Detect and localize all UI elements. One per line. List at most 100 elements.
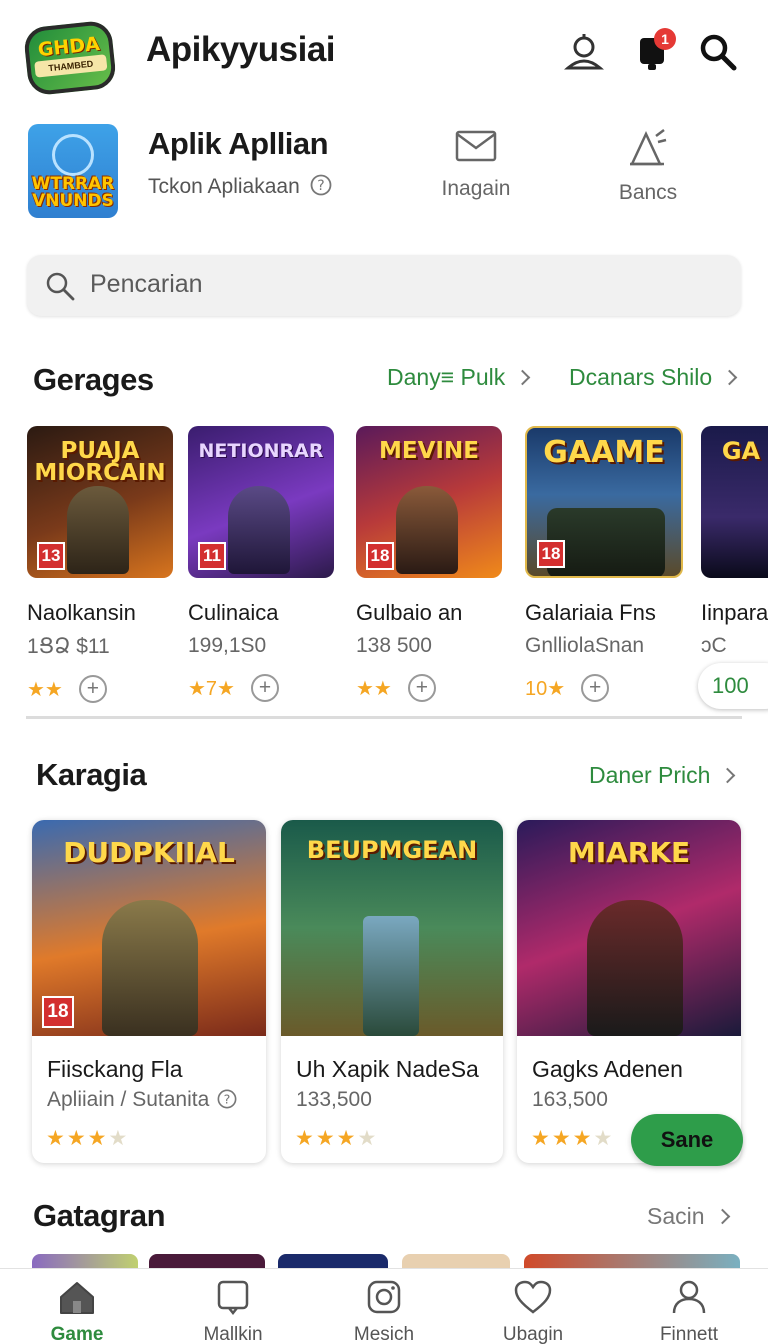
game-card-name: Culinaica [188,600,279,625]
chevron-right-icon [714,1208,730,1225]
nav-label: Mesich [353,1324,415,1344]
star-rating: ★★ [356,677,392,700]
page-title: Apikyyusiai [146,30,336,69]
game-card[interactable]: PUAJA MIORCAIN 13 Naolkansin 1ՑՁ $11 ★★ … [27,426,173,703]
game-card-headline: MEVINE [379,438,479,464]
orb-graphic [52,134,94,176]
chevron-right-icon [514,369,531,386]
game-card-rating: ★★ + [27,675,173,703]
game-card-rating: 10★ + [525,674,683,702]
nav-item-mallkin[interactable]: Mallkin [178,1279,288,1344]
stars-filled: ★★★ [295,1127,358,1150]
add-icon[interactable]: + [407,674,436,702]
mail-icon [455,130,497,162]
featured-game-meta: 163,500 [532,1088,608,1111]
tower-figure [363,916,419,1036]
user-outline-icon [564,34,604,70]
stars-empty: ★ [593,1127,615,1150]
featured-app-name[interactable]: Aplik Apllian [148,126,329,162]
game-card-meta: ɔC [701,634,727,657]
game-card-headline: GAAME [543,435,665,470]
profile-icon [672,1280,706,1314]
stars-empty: ★ [357,1127,379,1150]
bancs-action-label: Bancs [618,181,678,204]
section-link-dcanars-shilo-label: Dcanars Shilo [569,364,713,390]
age-rating-badge: 13 [37,542,65,570]
character-figure [67,486,129,574]
game-card-partial[interactable]: GA Iinpara ɔC [701,426,768,658]
nav-label: Game [50,1324,104,1344]
notifications-button[interactable]: 1 [630,28,676,74]
tablet-icon [217,1280,249,1316]
section-divider [26,716,742,719]
star-rating: 10★ [525,677,566,700]
nav-item-game[interactable]: Game [22,1279,132,1344]
bottom-navigation: Game Mallkin Mesich Ubagin Finnett [0,1268,768,1344]
featured-game-meta: Apliiain / Sutanita ? [47,1088,237,1112]
svg-text:?: ? [317,178,324,194]
notification-badge: 1 [654,28,676,50]
search-field-icon [46,272,75,301]
star-rating: ★★★★ [295,1126,378,1151]
search-bar[interactable]: Pencarian [27,255,741,316]
featured-app-icon-text: WTRRAR VNUNDS [31,174,115,211]
top-bar: GHDA THAMBED Apikyyusiai 1 [0,0,768,110]
add-icon[interactable]: + [250,674,279,702]
featured-app-subtitle: Tckon Apliakaan ? [148,174,332,199]
help-icon[interactable]: ? [310,174,332,196]
home-icon [60,1282,94,1314]
section-title-gerages: Gerages [33,362,154,397]
help-icon[interactable]: ? [217,1089,237,1109]
camera-icon [367,1280,401,1314]
featured-game-card[interactable]: MIARKE Gagks Adenen 163,500 ★★★★ [517,820,741,1163]
featured-game-name: Fiisckang Fla [47,1056,183,1082]
search-button[interactable] [696,30,740,74]
game-card-art: NETIONRAR 11 [188,426,334,578]
game-card-meta: 138 500 [356,634,432,657]
game-card[interactable]: GAAME 18 Galariaia Fns GnlliolaSnan 10★ … [525,426,683,702]
chevron-right-icon [721,369,738,386]
game-card[interactable]: NETIONRAR 11 Culinaica 199,1S0 ★7★ + [188,426,334,702]
bancs-action[interactable]: Bancs [588,128,708,205]
stars-filled: ★★★ [46,1127,109,1150]
stars-filled: ★★★ [531,1127,594,1150]
featured-game-meta: 133,500 [296,1088,372,1111]
rating-pill[interactable]: 100 [698,663,768,709]
nav-item-ubagin[interactable]: Ubagin [478,1279,588,1344]
featured-game-meta-text: Apliiain / Sutanita [47,1088,210,1111]
featured-game-headline: BEUPMGEAN [306,836,478,864]
game-card-name: Naolkansin [27,600,136,625]
game-card-art: GAAME 18 [525,426,683,578]
game-card[interactable]: MEVINE 18 Gulbaio an 138 500 ★★ + [356,426,502,702]
featured-game-card[interactable]: BEUPMGEAN Uh Xapik NadeSa 133,500 ★★★★ [281,820,503,1163]
featured-game-art: DUDPKIIAL 18 [32,820,266,1036]
game-card-art: GA [701,426,768,578]
age-rating-badge: 18 [366,542,394,570]
nav-item-finnett[interactable]: Finnett [634,1279,744,1344]
featured-app-icon[interactable]: WTRRAR VNUNDS [28,124,118,218]
add-icon[interactable]: + [581,674,610,702]
featured-game-art: BEUPMGEAN [281,820,503,1036]
add-icon[interactable]: + [78,675,107,703]
star-rating: ★7★ [188,677,235,700]
account-button[interactable] [562,30,606,74]
featured-game-name: Gagks Adenen [532,1056,683,1082]
featured-game-card[interactable]: DUDPKIIAL 18 Fiisckang Fla Apliiain / Su… [32,820,266,1163]
section-link-sacin-label: Sacin [647,1203,705,1229]
inbox-action-label: Inagain [441,177,511,200]
game-card-rating: ★7★ + [188,674,334,702]
section-link-dcanars-shilo[interactable]: Dcanars Shilo [569,364,738,391]
featured-game-name: Uh Xapik NadeSa [296,1056,479,1082]
section-link-sacin[interactable]: Sacin [647,1203,730,1230]
featured-app-row: WTRRAR VNUNDS Aplik Apllian Tckon Apliak… [0,118,768,228]
save-button[interactable]: Sane [631,1114,743,1166]
nav-item-mesich[interactable]: Mesich [329,1279,439,1344]
inbox-action[interactable]: Inagain [416,128,536,201]
nav-label: Finnett [659,1324,719,1344]
stars-empty: ★ [108,1127,130,1150]
app-logo[interactable]: GHDA THAMBED [22,19,118,97]
section-link-daner-prich[interactable]: Daner Prich [589,762,736,789]
section-link-dany-pulk[interactable]: Dany≡ Pulk [387,364,531,391]
character-figure [102,900,198,1036]
nav-label: Mallkin [203,1324,263,1344]
